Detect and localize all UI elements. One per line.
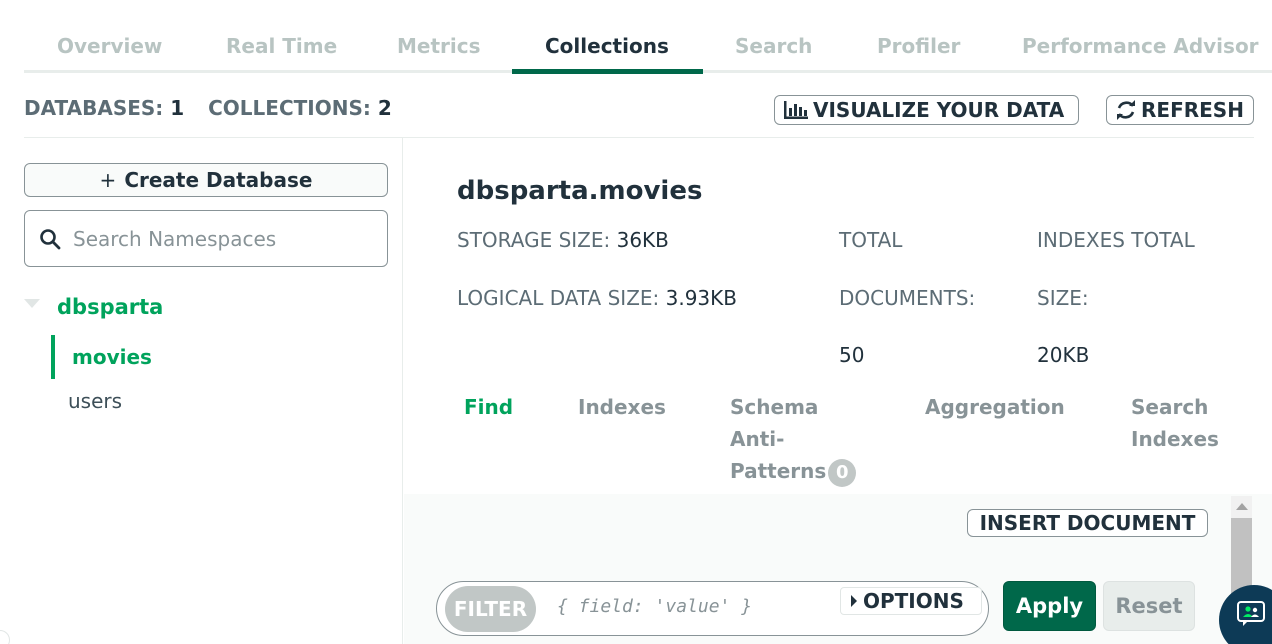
active-collection-indicator bbox=[51, 335, 55, 379]
total-documents-value: 50 bbox=[839, 343, 865, 367]
scroll-up-arrow-icon[interactable] bbox=[1236, 503, 1248, 510]
logical-size-stat: LOGICAL DATA SIZE: 3.93KB bbox=[457, 286, 737, 310]
visualize-data-label: VISUALIZE YOUR DATA bbox=[813, 98, 1065, 122]
search-icon bbox=[40, 228, 61, 249]
total-documents-label: TOTAL bbox=[839, 228, 903, 252]
storage-size-stat: STORAGE SIZE: 36KB bbox=[457, 228, 669, 252]
refresh-button[interactable]: REFRESH bbox=[1106, 95, 1254, 125]
subtab-schema-line-1: Schema bbox=[730, 395, 819, 419]
subtab-search-indexes[interactable]: Search Indexes bbox=[1131, 391, 1219, 455]
collections-label: COLLECTIONS: bbox=[208, 96, 371, 120]
chart-bars-icon bbox=[784, 101, 808, 119]
subtab-search-line-1: Search bbox=[1131, 395, 1209, 419]
namespace-summary: DATABASES: 1 COLLECTIONS: 2 bbox=[24, 96, 392, 120]
refresh-icon bbox=[1117, 100, 1135, 120]
plus-icon: + bbox=[99, 168, 117, 192]
logical-size-label: LOGICAL DATA SIZE: bbox=[457, 286, 660, 310]
options-label: OPTIONS bbox=[863, 589, 964, 613]
collection-item-users[interactable]: users bbox=[68, 389, 122, 413]
namespace-search bbox=[24, 210, 388, 267]
total-documents-label-2: DOCUMENTS: bbox=[839, 286, 976, 310]
databases-label: DATABASES: bbox=[24, 96, 164, 120]
panel-divider bbox=[402, 138, 403, 644]
storage-size-value: 36KB bbox=[616, 228, 669, 252]
subtab-find[interactable]: Find bbox=[464, 391, 513, 423]
search-namespaces-input[interactable] bbox=[73, 226, 373, 251]
database-item[interactable]: dbsparta bbox=[57, 295, 163, 319]
subtab-schema-line-3: Patterns bbox=[730, 459, 827, 483]
options-toggle-button[interactable]: OPTIONS bbox=[840, 587, 982, 615]
namespace-title: dbsparta.movies bbox=[457, 176, 703, 206]
anti-patterns-count-badge: 0 bbox=[828, 458, 857, 487]
query-filter-bar: FILTER OPTIONS bbox=[436, 581, 989, 636]
subtab-indexes[interactable]: Indexes bbox=[578, 391, 666, 423]
storage-size-label: STORAGE SIZE: bbox=[457, 228, 611, 252]
subtab-search-line-2: Indexes bbox=[1131, 427, 1219, 451]
collections-count: 2 bbox=[377, 96, 392, 120]
tab-overview[interactable]: Overview bbox=[57, 34, 162, 58]
collection-item-movies[interactable]: movies bbox=[72, 345, 152, 369]
apply-button[interactable]: Apply bbox=[1003, 581, 1096, 631]
subtab-schema-line-2: Anti- bbox=[730, 427, 785, 451]
tab-metrics[interactable]: Metrics bbox=[397, 34, 481, 58]
subtab-aggregation[interactable]: Aggregation bbox=[925, 391, 1065, 423]
create-database-button[interactable]: + Create Database bbox=[24, 163, 388, 197]
create-database-label: Create Database bbox=[124, 168, 313, 192]
tab-search[interactable]: Search bbox=[735, 34, 812, 58]
tab-profiler[interactable]: Profiler bbox=[877, 34, 960, 58]
insert-document-button[interactable]: INSERT DOCUMENT bbox=[967, 509, 1208, 537]
refresh-label: REFRESH bbox=[1141, 98, 1244, 122]
summary-divider bbox=[24, 137, 1254, 138]
logical-size-value: 3.93KB bbox=[665, 286, 737, 310]
indexes-size-label: INDEXES TOTAL bbox=[1037, 228, 1195, 252]
caret-down-icon[interactable] bbox=[24, 299, 40, 308]
tab-collections[interactable]: Collections bbox=[545, 34, 669, 58]
left-edge-decoration bbox=[0, 630, 10, 644]
filter-pill: FILTER bbox=[445, 586, 536, 632]
visualize-data-button[interactable]: VISUALIZE YOUR DATA bbox=[774, 95, 1079, 125]
caret-right-icon bbox=[851, 595, 857, 607]
tab-real-time[interactable]: Real Time bbox=[226, 34, 337, 58]
indexes-size-value: 20KB bbox=[1037, 343, 1090, 367]
indexes-size-label-2: SIZE: bbox=[1037, 286, 1089, 310]
chat-assistant-icon bbox=[1237, 601, 1265, 626]
reset-button[interactable]: Reset bbox=[1103, 581, 1195, 631]
filter-input[interactable] bbox=[557, 596, 827, 617]
subtab-schema-anti-patterns[interactable]: Schema Anti- Patterns 0 bbox=[730, 391, 857, 487]
active-tab-indicator bbox=[512, 69, 703, 74]
databases-count: 1 bbox=[170, 96, 185, 120]
top-tab-bar: Overview Real Time Metrics Collections S… bbox=[24, 0, 1272, 74]
tab-performance-advisor[interactable]: Performance Advisor bbox=[1022, 34, 1259, 58]
